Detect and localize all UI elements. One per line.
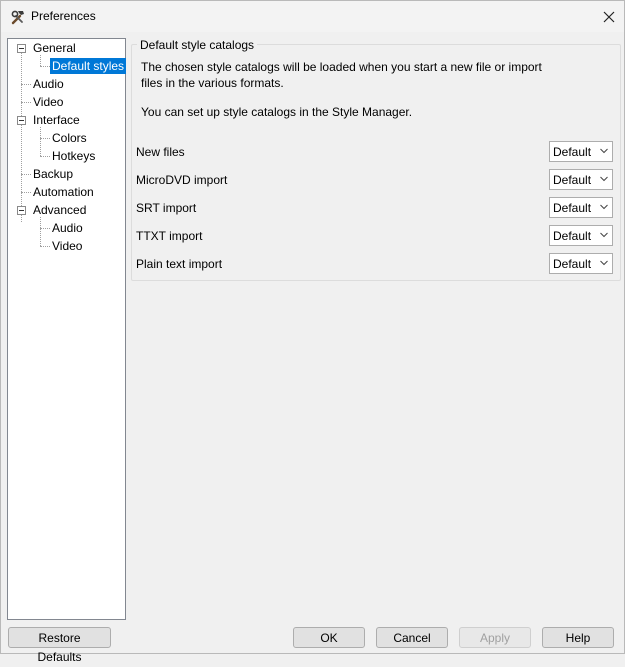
collapse-interface-icon[interactable] <box>17 116 26 125</box>
tree-item-advanced[interactable]: Advanced <box>33 202 86 218</box>
tree-item-colors[interactable]: Colors <box>52 130 87 146</box>
help-button[interactable]: Help <box>542 627 614 648</box>
ok-button[interactable]: OK <box>293 627 365 648</box>
tree-item-automation[interactable]: Automation <box>33 184 94 200</box>
new-files-label: New files <box>136 145 185 159</box>
chevron-down-icon <box>600 260 608 266</box>
ttxt-import-label: TTXT import <box>136 229 203 243</box>
chevron-down-icon <box>600 232 608 238</box>
tree-item-advanced-audio[interactable]: Audio <box>52 220 83 236</box>
tree-item-video[interactable]: Video <box>33 94 63 110</box>
description-line-3: You can set up style catalogs in the Sty… <box>141 105 413 119</box>
cancel-button[interactable]: Cancel <box>376 627 448 648</box>
preferences-tree[interactable]: General Default styles Audio Video Inter… <box>7 38 127 620</box>
microdvd-import-label: MicroDVD import <box>136 173 228 187</box>
group-title: Default style catalogs <box>137 38 258 52</box>
new-files-select[interactable]: Default <box>549 141 613 162</box>
tools-icon <box>10 9 26 25</box>
preferences-window: Preferences General Default styles Audio <box>0 0 625 664</box>
plain-text-import-label: Plain text import <box>136 257 223 271</box>
tree-item-default-styles[interactable]: Default styles <box>50 58 127 74</box>
tree-item-hotkeys[interactable]: Hotkeys <box>52 148 95 164</box>
description-line-2: files in the various formats. <box>141 76 284 90</box>
tree-item-general[interactable]: General <box>33 40 76 56</box>
apply-button[interactable]: Apply <box>459 627 531 648</box>
ttxt-import-select[interactable]: Default <box>549 225 613 246</box>
plain-text-import-select[interactable]: Default <box>549 253 613 274</box>
tree-item-interface[interactable]: Interface <box>33 112 80 128</box>
collapse-general-icon[interactable] <box>17 44 26 53</box>
close-button[interactable] <box>597 6 621 28</box>
chevron-down-icon <box>600 148 608 154</box>
collapse-advanced-icon[interactable] <box>17 206 26 215</box>
tree-item-backup[interactable]: Backup <box>33 166 73 182</box>
window-title: Preferences <box>31 9 96 23</box>
srt-import-label: SRT import <box>136 201 197 215</box>
microdvd-import-select[interactable]: Default <box>549 169 613 190</box>
chevron-down-icon <box>600 204 608 210</box>
tree-item-audio[interactable]: Audio <box>33 76 64 92</box>
title-bar: Preferences <box>1 1 624 32</box>
srt-import-select[interactable]: Default <box>549 197 613 218</box>
restore-defaults-button[interactable]: Restore Defaults <box>8 627 111 664</box>
tree-item-advanced-video[interactable]: Video <box>52 238 82 254</box>
description-line-1: The chosen style catalogs will be loaded… <box>141 60 542 74</box>
chevron-down-icon <box>600 176 608 182</box>
close-icon <box>603 11 615 23</box>
